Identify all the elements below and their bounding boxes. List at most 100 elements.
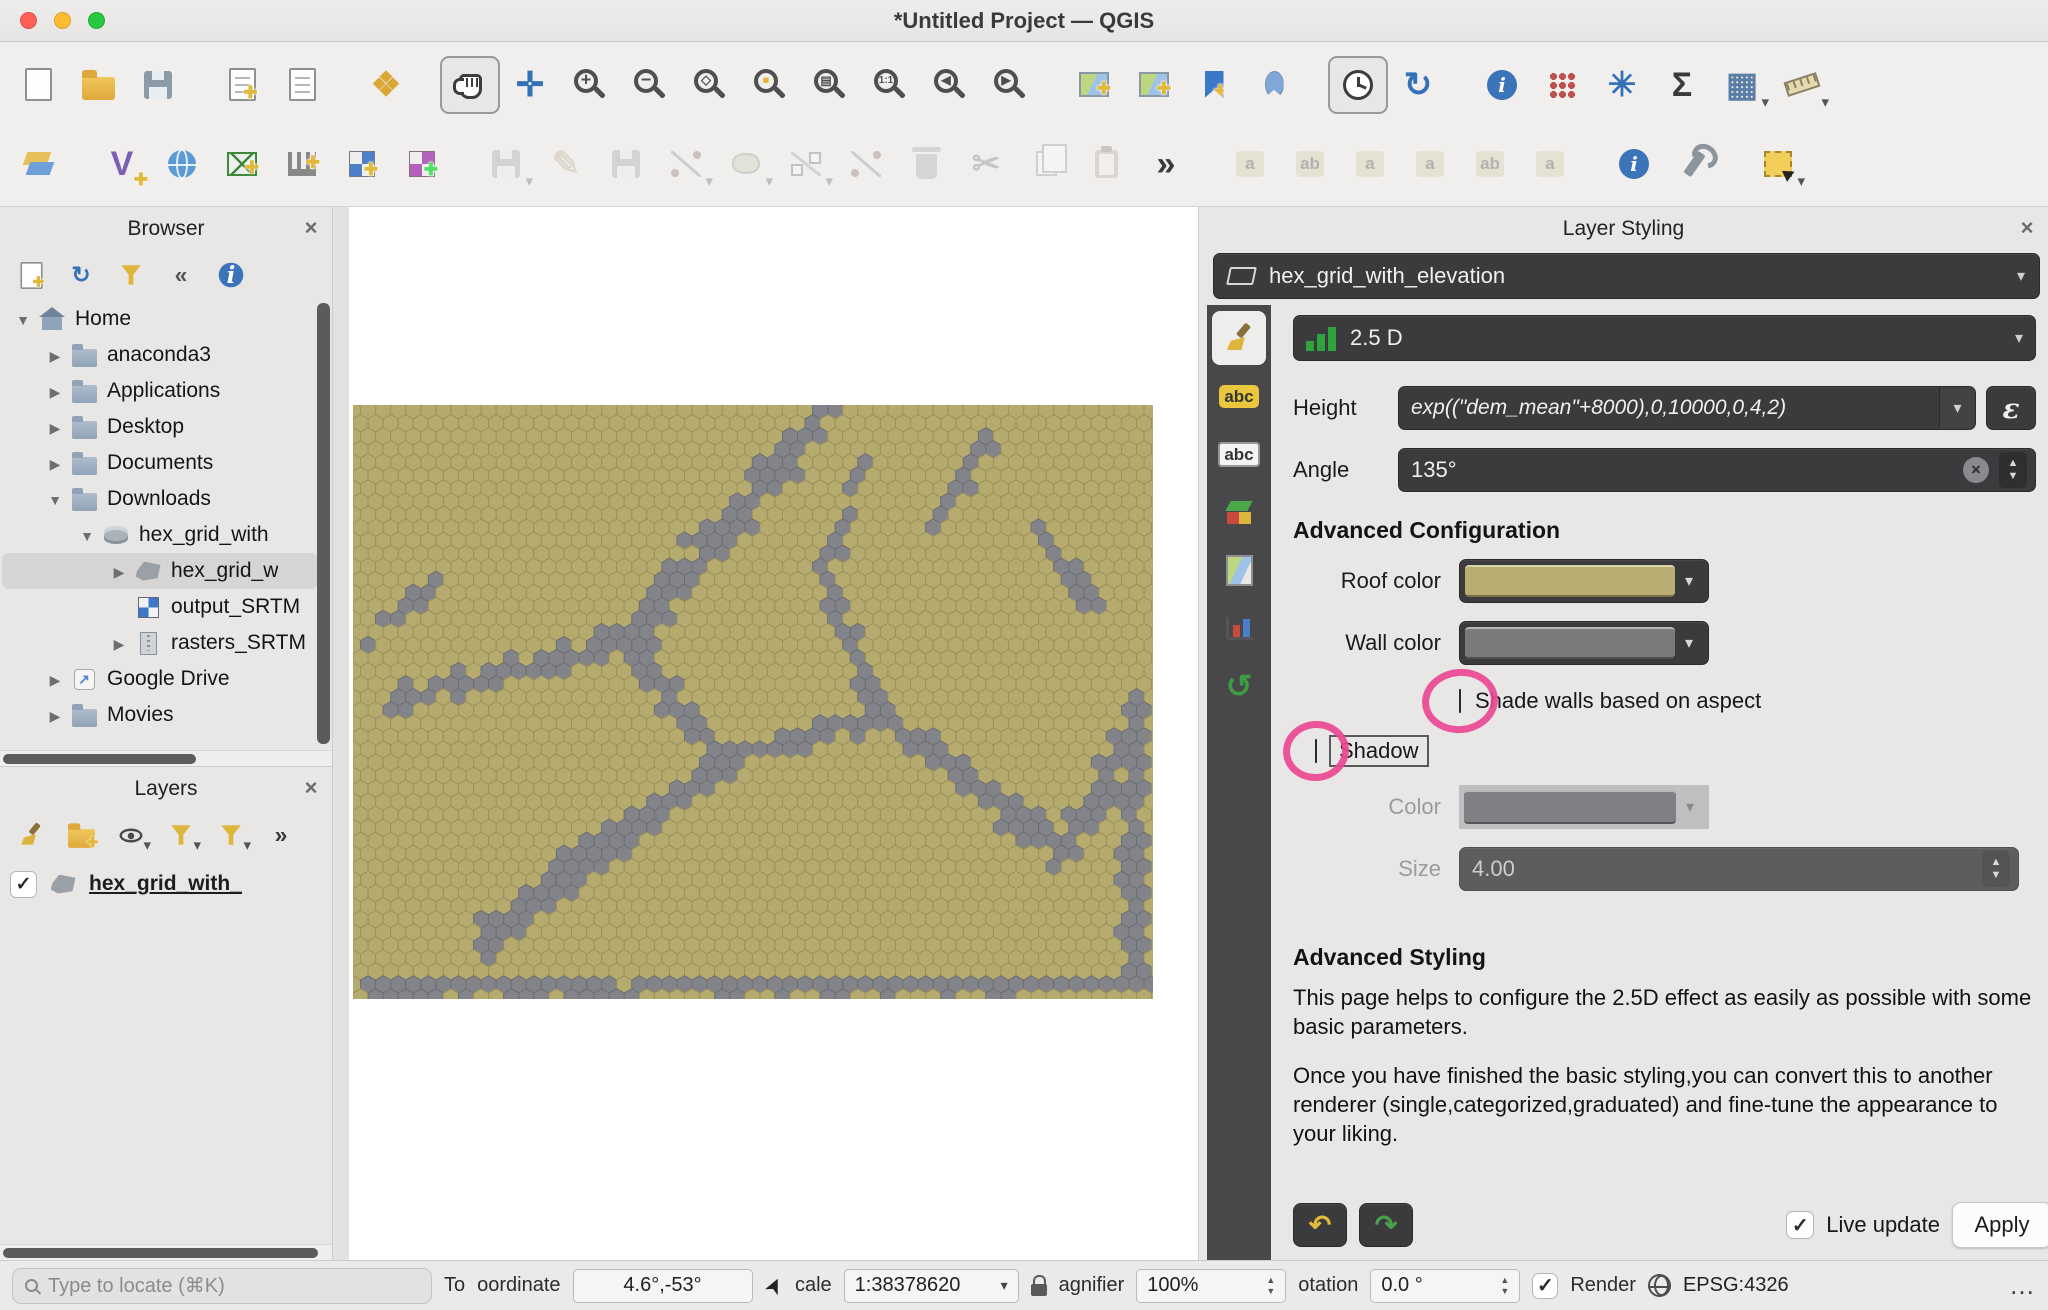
add-raster-layer-button[interactable] — [152, 135, 212, 193]
expander-icon[interactable] — [42, 703, 68, 727]
clear-icon[interactable] — [1963, 457, 1989, 483]
browser-item-home[interactable]: Home — [2, 301, 318, 337]
cursor-position-icon[interactable] — [758, 1272, 789, 1300]
highlight-pinned-labels-tool[interactable]: a — [1520, 135, 1580, 193]
add-polygon-feature-button[interactable] — [716, 135, 776, 193]
close-layer-styling-icon[interactable] — [2014, 215, 2040, 241]
paste-features-button[interactable] — [1076, 135, 1136, 193]
add-selected-layers-button[interactable] — [8, 253, 54, 297]
rotation-input[interactable]: 0.0 ° — [1370, 1269, 1520, 1303]
show-spatial-bookmarks-button[interactable] — [1244, 56, 1304, 114]
split-features-button[interactable] — [836, 135, 896, 193]
browser-item-output-srtm[interactable]: output_SRTM — [2, 589, 318, 625]
show-hidden-labels-tool[interactable]: ab — [1460, 135, 1520, 193]
statistical-summary-button[interactable]: Σ — [1652, 56, 1712, 114]
toolbar-button[interactable] — [1448, 56, 1472, 114]
toggle-editing-button[interactable]: ✎ — [536, 135, 596, 193]
browser-vertical-scrollbar[interactable] — [317, 303, 330, 748]
lock-scale-icon[interactable] — [1031, 1284, 1047, 1296]
map-canvas[interactable] — [349, 207, 1198, 1260]
toolbar-button[interactable] — [1724, 135, 1748, 193]
browser-item-anaconda3[interactable]: anaconda3 — [2, 337, 318, 373]
expander-icon[interactable] — [42, 379, 68, 403]
select-features-tool[interactable] — [1748, 135, 1808, 193]
dropdown-caret-icon[interactable] — [765, 172, 773, 190]
browser-item-applications[interactable]: Applications — [2, 373, 318, 409]
height-expression-combo[interactable]: exp(("dem_mean"+8000),0,10000,0,4,2) — [1398, 386, 1976, 430]
new-map-view-button[interactable] — [1064, 56, 1124, 114]
live-update-checkbox[interactable] — [1786, 1211, 1814, 1239]
angle-field[interactable]: 135° — [1398, 448, 2036, 492]
dropdown-caret-icon[interactable] — [143, 836, 151, 854]
layer-item-hex-grid[interactable]: hex_grid_with_ — [10, 863, 322, 905]
zoom-out-tool[interactable] — [620, 56, 680, 114]
expander-icon[interactable] — [42, 343, 68, 367]
scrollbar-thumb[interactable] — [317, 303, 330, 744]
current-edits-button[interactable] — [476, 135, 536, 193]
select-features-by-value-tool[interactable] — [1532, 56, 1592, 114]
wall-color-picker[interactable] — [1459, 621, 1709, 665]
crs-globe-icon[interactable] — [1648, 1274, 1671, 1297]
digitize-with-segment-button[interactable] — [656, 135, 716, 193]
browser-item-hex-grid-geopackage[interactable]: hex_grid_with — [2, 517, 318, 553]
add-mesh-layer-button[interactable] — [212, 135, 272, 193]
expander-icon[interactable] — [42, 415, 68, 439]
expander-icon[interactable] — [10, 307, 36, 331]
toolbar-button[interactable] — [1580, 135, 1604, 193]
tab-masks[interactable]: abc — [1212, 427, 1266, 481]
renderer-dropdown[interactable]: 2.5 D — [1293, 315, 2036, 361]
toolbar-button[interactable] — [1040, 56, 1064, 114]
show-layout-manager-button[interactable] — [272, 56, 332, 114]
plugins-toolbox-button[interactable] — [1664, 135, 1724, 193]
tab-rendering[interactable] — [1212, 543, 1266, 597]
copy-features-button[interactable] — [1016, 135, 1076, 193]
layer-selector-dropdown[interactable]: hex_grid_with_elevation — [1213, 253, 2040, 299]
height-expression-value[interactable]: exp(("dem_mean"+8000),0,10000,0,4,2) — [1399, 396, 1939, 420]
toolbar-button[interactable] — [416, 56, 440, 114]
add-delimited-text-layer-button[interactable] — [272, 135, 332, 193]
refresh-browser-button[interactable]: ↻ — [58, 253, 104, 297]
rotate-label-tool[interactable]: a — [1340, 135, 1400, 193]
browser-item-google-drive[interactable]: Google Drive — [2, 661, 318, 697]
tab-3d-view[interactable] — [1212, 485, 1266, 539]
browser-item-desktop[interactable]: Desktop — [2, 409, 318, 445]
expander-icon[interactable] — [74, 523, 100, 547]
filter-legend-button[interactable] — [158, 813, 204, 857]
new-project-button[interactable] — [8, 56, 68, 114]
roof-color-swatch[interactable] — [1465, 565, 1675, 597]
dropdown-caret-icon[interactable] — [1821, 93, 1829, 111]
shadow-checkbox[interactable] — [1315, 739, 1317, 763]
cut-features-button[interactable]: ✂ — [956, 135, 1016, 193]
manage-map-themes-button[interactable] — [108, 813, 154, 857]
browser-horizontal-scrollbar[interactable] — [0, 750, 332, 766]
expander-icon[interactable] — [42, 667, 68, 691]
new-geopackage-layer-button[interactable] — [332, 135, 392, 193]
scale-dropdown[interactable]: 1:38378620 — [844, 1269, 1019, 1303]
filter-by-expression-button[interactable] — [208, 813, 254, 857]
maximize-window-button[interactable] — [88, 12, 105, 29]
crs-label[interactable]: EPSG:4326 — [1683, 1274, 1789, 1297]
tab-diagrams[interactable] — [1212, 601, 1266, 655]
expander-icon[interactable] — [42, 451, 68, 475]
dropdown-caret-icon[interactable] — [1797, 172, 1805, 190]
expander-icon[interactable] — [106, 631, 132, 655]
scrollbar-thumb[interactable] — [3, 1248, 318, 1258]
angle-spinner[interactable] — [1999, 452, 2027, 488]
zoom-full-extent-tool[interactable] — [680, 56, 740, 114]
browser-item-rasters-srtm[interactable]: rasters_SRTM — [2, 625, 318, 661]
dropdown-caret-icon[interactable] — [825, 172, 833, 190]
dropdown-caret-icon[interactable] — [243, 836, 251, 854]
new-3d-map-view-button[interactable] — [1124, 56, 1184, 114]
layers-horizontal-scrollbar[interactable] — [0, 1244, 332, 1260]
pin-labels-tool[interactable]: a — [1400, 135, 1460, 193]
open-attribute-table-button[interactable]: ▦ — [1712, 56, 1772, 114]
identify-features-tool[interactable]: i — [1472, 56, 1532, 114]
magnifier-spinner[interactable] — [1266, 1275, 1275, 1296]
zoom-native-resolution-tool[interactable] — [860, 56, 920, 114]
scrollbar-thumb[interactable] — [3, 754, 196, 764]
new-spatial-bookmark-button[interactable] — [1184, 56, 1244, 114]
zoom-in-tool[interactable] — [560, 56, 620, 114]
tab-symbology[interactable] — [1212, 311, 1266, 365]
open-layer-styling-button[interactable] — [8, 813, 54, 857]
expander-icon[interactable] — [42, 487, 68, 511]
